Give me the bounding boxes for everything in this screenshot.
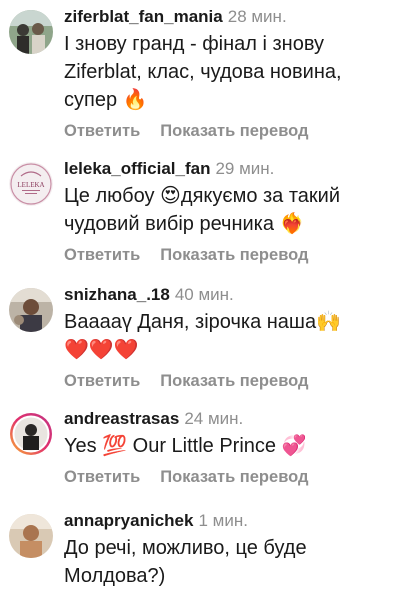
- comment-text-line: Yes 💯 Our Little Prince 💞: [64, 435, 307, 457]
- comment-text: Вааааү Даня, зірочка наша🙌 ❤️❤️❤️: [64, 308, 397, 364]
- comment-time: 28 мин.: [227, 7, 287, 26]
- comment-text: До речі, можливо, це буде Молдова?): [64, 534, 397, 590]
- comment-username[interactable]: ziferblat_fan_mania: [64, 7, 223, 26]
- translate-button[interactable]: Показать перевод: [160, 468, 308, 486]
- reply-button[interactable]: Ответить: [64, 246, 140, 264]
- comment-text-line: І знову гранд - фінал і знову: [64, 33, 325, 55]
- leleka-logo-avatar-icon: LELEKA: [9, 162, 53, 206]
- photo-avatar-icon: [9, 514, 53, 558]
- leleka-logo-text: LELEKA: [17, 181, 44, 189]
- comment-time: 29 мин.: [215, 159, 275, 178]
- avatar[interactable]: LELEKA: [9, 162, 53, 206]
- comment-username[interactable]: snizhana_.18: [64, 285, 170, 304]
- comment-time: 40 мин.: [174, 285, 234, 304]
- translate-button[interactable]: Показать перевод: [160, 372, 308, 390]
- avatar[interactable]: [9, 412, 53, 456]
- comments-list: ziferblat_fan_mania 28 мин. І знову гранд…: [0, 0, 403, 600]
- comment-text-line: чудовий вибір речника ❤️‍🔥: [64, 213, 305, 235]
- translate-button[interactable]: Показать перевод: [160, 122, 308, 140]
- comment-text-line: Вааааү Даня, зірочка наша🙌: [64, 311, 341, 333]
- comment-text-line: Це любоу 😍дякуємо за такий: [64, 185, 341, 207]
- comment-text: Yes 💯 Our Little Prince 💞: [64, 432, 397, 460]
- avatar[interactable]: [9, 10, 53, 54]
- photo-avatar-icon: [9, 10, 53, 54]
- comment-text-line: Ziferblat, клас, чудова новина,: [64, 61, 342, 83]
- comment-username[interactable]: annapryanichek: [64, 511, 193, 530]
- comment-text: Це любоу 😍дякуємо за такий чудовий вибір…: [64, 182, 397, 238]
- comment-text: І знову гранд - фінал і знову Ziferblat,…: [64, 30, 397, 114]
- avatar[interactable]: [9, 288, 53, 332]
- comment-username[interactable]: leleka_official_fan: [64, 159, 210, 178]
- photo-avatar-icon: [9, 288, 53, 332]
- avatar[interactable]: [9, 514, 53, 558]
- comment-text-line: супер 🔥: [64, 89, 148, 111]
- reply-button[interactable]: Ответить: [64, 468, 140, 486]
- comment-text-line: ❤️❤️❤️: [64, 339, 139, 361]
- reply-button[interactable]: Ответить: [64, 372, 140, 390]
- story-ring-avatar-icon: [10, 413, 52, 455]
- comment-text-line: До речі, можливо, це буде: [64, 537, 307, 559]
- translate-button[interactable]: Показать перевод: [160, 246, 308, 264]
- comment-time: 1 мин.: [198, 511, 248, 530]
- reply-button[interactable]: Ответить: [64, 122, 140, 140]
- comment-username[interactable]: andreastrasas: [64, 409, 179, 428]
- comment-time: 24 мин.: [184, 409, 244, 428]
- comment-text-line: Молдова?): [64, 565, 166, 587]
